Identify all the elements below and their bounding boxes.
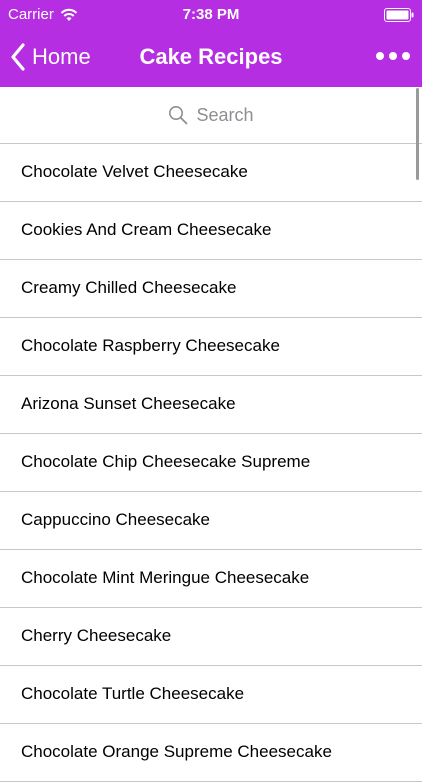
battery-icon [384,8,414,22]
list-item-label: Chocolate Velvet Cheesecake [21,162,248,181]
list-item-label: Chocolate Raspberry Cheesecake [21,336,280,355]
list-item[interactable]: Arizona Sunset Cheesecake [0,376,422,434]
list-item[interactable]: Chocolate Velvet Cheesecake [0,144,422,202]
list-item[interactable]: Cookies And Cream Cheesecake [0,202,422,260]
list-item[interactable]: Chocolate Mint Meringue Cheesecake [0,550,422,608]
search-input[interactable]: Search [8,95,414,135]
page-title: Cake Recipes [139,44,283,69]
status-bar: Carrier 7:38 PM [0,0,422,30]
status-time: 7:38 PM [182,6,240,23]
list-item[interactable]: Cappuccino Cheesecake [0,492,422,550]
list-item-label: Cappuccino Cheesecake [21,510,211,529]
list-item-label: Chocolate Chip Cheesecake Supreme [21,452,311,471]
search-placeholder: Search [196,104,254,125]
list-item-label: Cherry Cheesecake [21,626,172,645]
more-dot-icon [376,52,384,60]
list-item-label: Chocolate Turtle Cheesecake [21,684,245,703]
list-item-label: Arizona Sunset Cheesecake [21,394,236,413]
list-item[interactable]: Chocolate Turtle Cheesecake [0,666,422,724]
list-item[interactable]: Creamy Chilled Cheesecake [0,260,422,318]
list-item[interactable]: Chocolate Orange Supreme Cheesecake [0,724,422,782]
search-icon [169,106,188,125]
list-item-label: Chocolate Mint Meringue Cheesecake [21,568,310,587]
navigation-bar: Home Cake Recipes [0,30,422,87]
list-item[interactable]: Cherry Cheesecake [0,608,422,666]
more-dot-icon [389,52,397,60]
list-item[interactable]: Chocolate Raspberry Cheesecake [0,318,422,376]
list-item[interactable]: Chocolate Chip Cheesecake Supreme [0,434,422,492]
more-dot-icon [402,52,410,60]
list-item-label: Cookies And Cream Cheesecake [21,220,272,239]
more-options-button[interactable] [376,46,410,66]
search-bar: Search [0,87,422,144]
recipe-list: Chocolate Velvet Cheesecake Cookies And … [0,144,422,782]
list-item-label: Creamy Chilled Cheesecake [21,278,237,297]
header: Carrier 7:38 PM Home Cake Recipes [0,0,422,87]
list-item-label: Chocolate Orange Supreme Cheesecake [21,742,332,761]
